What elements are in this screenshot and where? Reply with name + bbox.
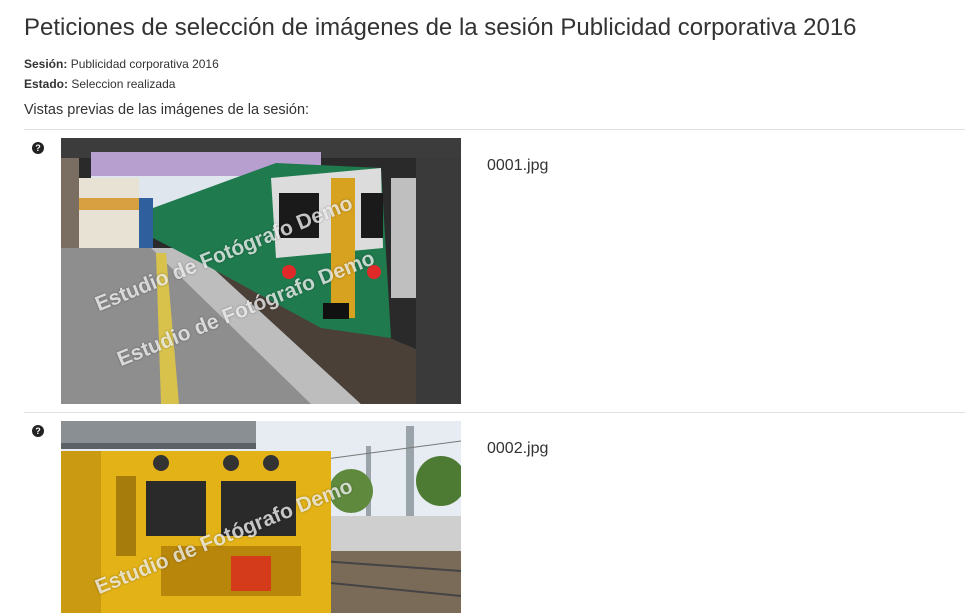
previews-heading: Vistas previas de las imágenes de la ses… (24, 102, 310, 118)
state-value: Seleccion realizada (71, 77, 176, 91)
image-thumbnail[interactable]: Estudio de Fotógrafo Demo (61, 421, 461, 613)
image-thumbnail[interactable]: Estudio de Fotógrafo Demo Estudio de Fot… (61, 138, 461, 404)
help-icon[interactable]: ? (32, 142, 44, 154)
session-value: Publicidad corporativa 2016 (70, 57, 219, 71)
image-row: ? (24, 421, 965, 613)
image-filename: 0001.jpg (487, 157, 549, 174)
page-title: Peticiones de selección de imágenes de l… (24, 14, 857, 41)
session-info: Sesión: Publicidad corporativa 2016 (24, 57, 219, 71)
state-info: Estado: Seleccion realizada (24, 77, 175, 91)
session-label: Sesión: (24, 57, 68, 71)
train-photo-1 (61, 138, 461, 404)
image-filename: 0002.jpg (487, 440, 549, 457)
divider (24, 412, 965, 413)
divider (24, 129, 965, 130)
page: Peticiones de selección de imágenes de l… (0, 0, 973, 613)
help-icon[interactable]: ? (32, 425, 44, 437)
image-row: ? (24, 138, 965, 404)
train-photo-2 (61, 421, 461, 613)
state-label: Estado: (24, 77, 69, 91)
